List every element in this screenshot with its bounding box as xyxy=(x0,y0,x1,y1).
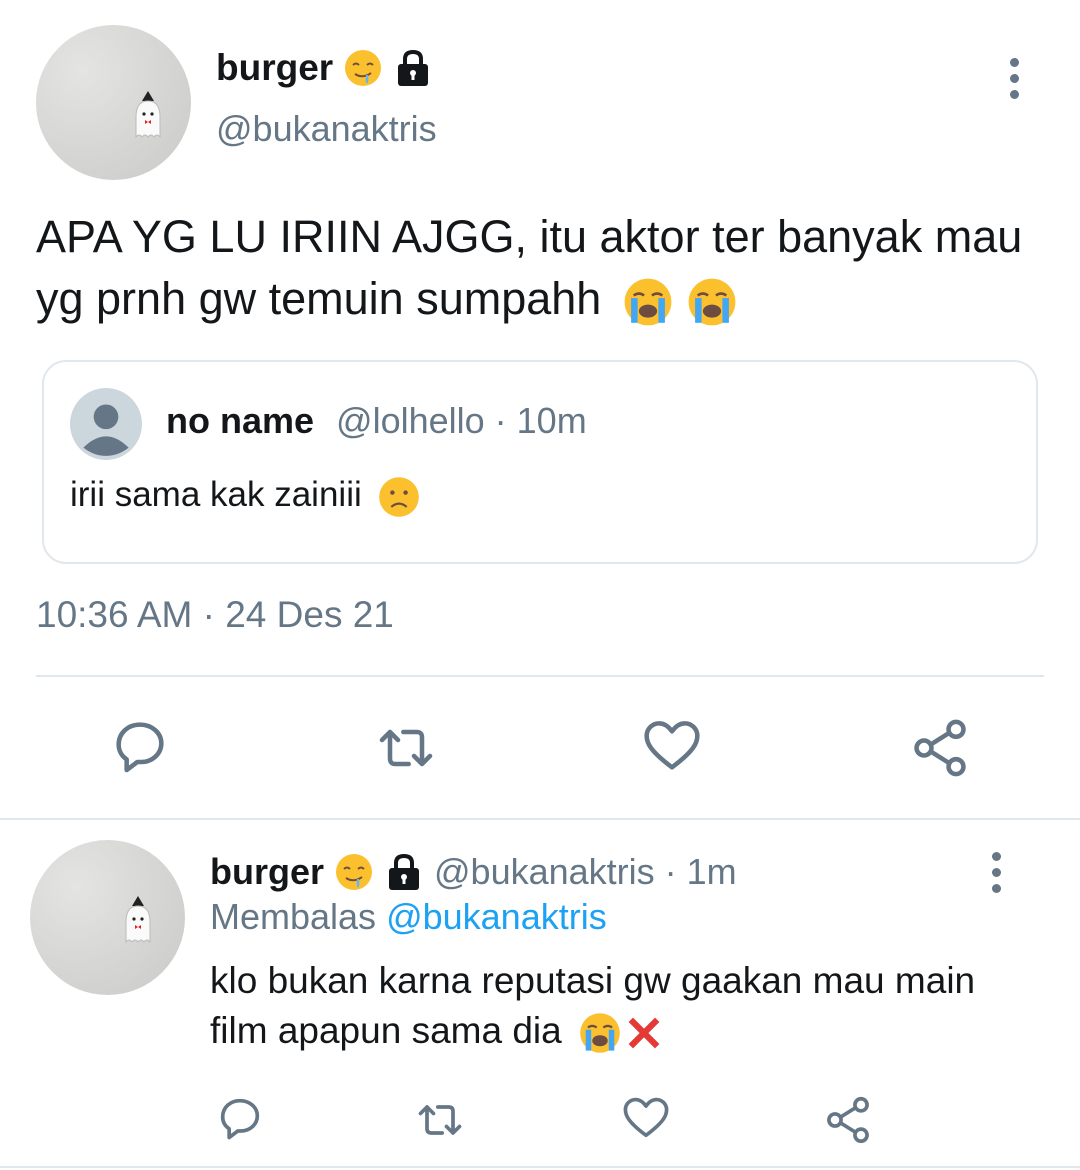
tweet-text-block: APA YG LU IRIIN AJGG, itu aktor ter bany… xyxy=(36,206,1046,330)
retweet-button[interactable] xyxy=(374,716,438,780)
quoted-tweet-card[interactable]: no name @lolhello · 10m irii sama kak za… xyxy=(42,360,1038,564)
quoted-text: irii sama kak zainiii xyxy=(70,475,362,514)
like-button[interactable] xyxy=(620,1092,672,1144)
author-avatar[interactable] xyxy=(36,25,191,180)
retweet-icon xyxy=(374,716,438,780)
lock-icon xyxy=(384,852,424,892)
loudly-crying-face-icon xyxy=(622,276,674,328)
replying-to-prefix: Membalas xyxy=(210,896,387,937)
reply-age: · 1m xyxy=(654,851,737,892)
quoted-author-handle: @lolhello xyxy=(336,400,485,441)
reply-button[interactable] xyxy=(108,714,172,778)
frowning-face-icon xyxy=(377,475,421,519)
divider xyxy=(36,675,1044,677)
share-icon xyxy=(822,1094,874,1146)
drooling-face-icon xyxy=(343,48,383,88)
reply-author-avatar[interactable] xyxy=(30,840,185,995)
like-button[interactable] xyxy=(640,714,704,778)
author-handle[interactable]: @bukanaktris xyxy=(216,108,437,150)
cross-mark-icon xyxy=(622,1011,666,1055)
ghost-avatar-image xyxy=(118,87,178,147)
quoted-text-block: irii sama kak zainiii xyxy=(70,470,421,520)
default-avatar-icon xyxy=(70,388,142,460)
reply-header: burger @bukanaktris · 1m xyxy=(210,848,737,896)
ghost-avatar-image xyxy=(108,892,168,952)
more-options-icon[interactable] xyxy=(992,852,1001,893)
quoted-author-name: no name xyxy=(166,400,315,441)
reply-icon xyxy=(214,1092,266,1144)
heart-icon xyxy=(620,1092,672,1144)
author-name[interactable]: burger xyxy=(216,47,333,89)
reply-text-block: klo bukan karna reputasi gw gaakan mau m… xyxy=(210,956,1030,1056)
replying-to-handle[interactable]: @bukanaktris xyxy=(386,896,607,937)
retweet-icon xyxy=(414,1094,466,1146)
replying-to-line: Membalas @bukanaktris xyxy=(210,896,607,938)
quoted-header: no name @lolhello · 10m xyxy=(166,400,587,442)
share-button[interactable] xyxy=(908,716,972,780)
divider xyxy=(0,818,1080,820)
share-icon xyxy=(908,716,972,780)
loudly-crying-face-icon xyxy=(578,1011,622,1055)
loudly-crying-face-icon xyxy=(686,276,738,328)
more-options-icon[interactable] xyxy=(1010,58,1019,99)
author-name-row: burger xyxy=(216,44,433,92)
reply-button[interactable] xyxy=(214,1092,266,1144)
divider xyxy=(0,1166,1080,1168)
heart-icon xyxy=(640,714,704,778)
share-button[interactable] xyxy=(822,1094,874,1146)
quoted-age: · 10m xyxy=(484,400,587,441)
reply-author-handle[interactable]: @bukanaktris xyxy=(434,851,655,892)
drooling-face-icon xyxy=(334,852,374,892)
tweet-timestamp[interactable]: 10:36 AM · 24 Des 21 xyxy=(36,594,394,636)
lock-icon xyxy=(393,48,433,88)
retweet-button[interactable] xyxy=(414,1094,466,1146)
reply-author-name[interactable]: burger xyxy=(210,851,324,893)
reply-icon xyxy=(108,714,172,778)
tweet-text: APA YG LU IRIIN AJGG, itu aktor ter bany… xyxy=(36,211,1023,324)
